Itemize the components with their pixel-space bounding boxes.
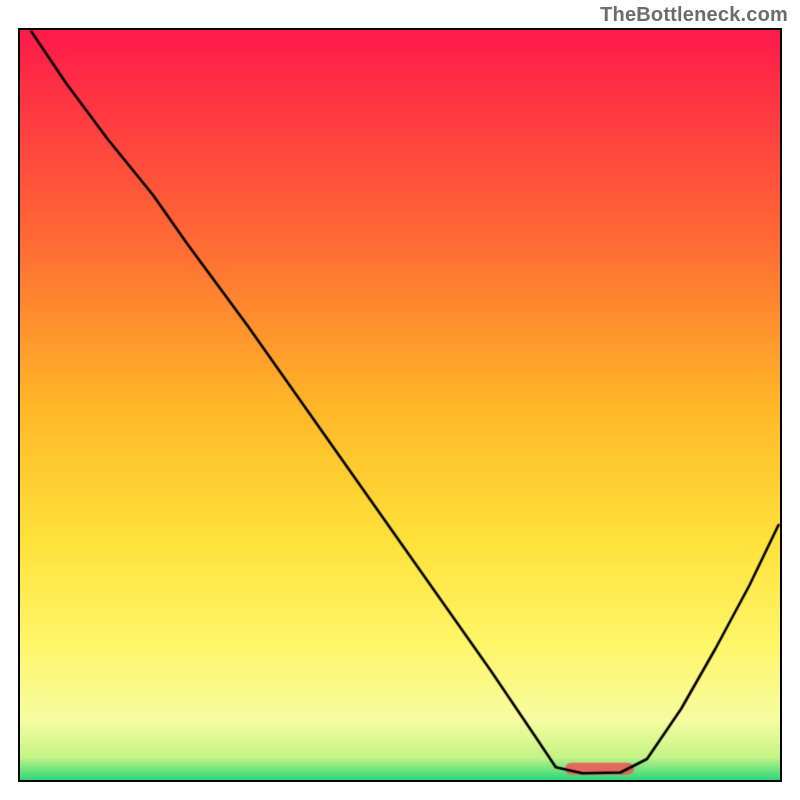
chart-plot-area xyxy=(18,28,782,782)
watermark-text: TheBottleneck.com xyxy=(600,4,788,27)
chart-canvas xyxy=(20,30,780,780)
